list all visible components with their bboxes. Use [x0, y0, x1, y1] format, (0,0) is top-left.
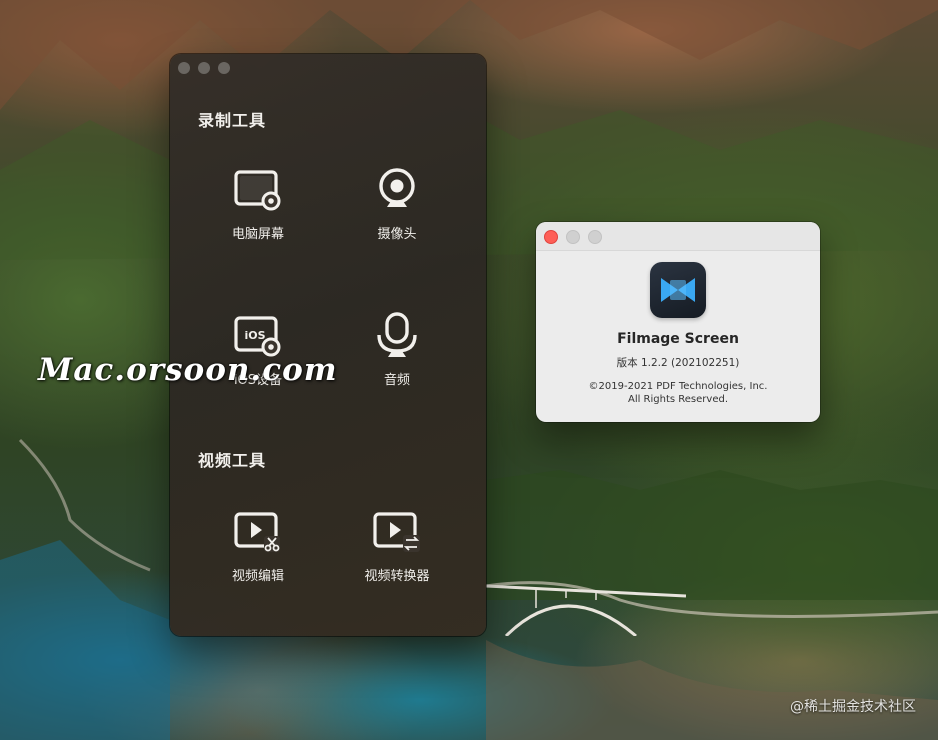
video-edit-icon — [232, 506, 284, 558]
about-titlebar — [536, 222, 820, 251]
filmage-app-icon — [650, 262, 706, 318]
close-button[interactable] — [544, 230, 558, 244]
bridge-arch — [486, 584, 686, 636]
microphone-icon — [371, 310, 423, 362]
app-version: 版本 1.2.2 (202102251) — [616, 357, 740, 369]
copyright-block: ©2019-2021 PDF Technologies, Inc. All Ri… — [589, 380, 768, 406]
video-tools-title: 视频工具 — [198, 451, 267, 470]
close-button[interactable] — [178, 62, 190, 74]
tool-webcam[interactable]: 摄像头 — [332, 164, 462, 242]
video-convert-icon — [371, 506, 423, 558]
zoom-button — [588, 230, 602, 244]
ios-icon-text: iOS — [244, 329, 265, 342]
screen-record-icon — [232, 164, 284, 216]
about-body: Filmage Screen 版本 1.2.2 (202102251) ©201… — [536, 251, 820, 406]
tool-audio[interactable]: 音频 — [332, 310, 462, 388]
tool-label: 视频编辑 — [231, 569, 284, 584]
window-controls — [178, 62, 230, 74]
copyright-line: ©2019-2021 PDF Technologies, Inc. — [588, 381, 768, 392]
tool-label: 摄像头 — [377, 227, 417, 242]
about-window: Filmage Screen 版本 1.2.2 (202102251) ©201… — [536, 222, 820, 422]
credit-text: @稀土掘金技术社区 — [790, 699, 916, 715]
watermark-text: Mac.orsoon.com — [38, 352, 338, 388]
tool-video-convert[interactable]: 视频转换器 — [332, 506, 462, 584]
tool-label: 视频转换器 — [364, 569, 430, 584]
webcam-icon — [371, 164, 423, 216]
tool-screen-record[interactable]: 电脑屏幕 — [193, 164, 323, 242]
tools-window: 录制工具 电脑屏幕 摄像头 iOS iOS设备 音频 视频工具 视频编辑 视频转… — [170, 54, 486, 636]
tool-label: 电脑屏幕 — [231, 227, 284, 242]
window-controls — [544, 230, 602, 244]
minimize-button — [566, 230, 580, 244]
record-tools-title: 录制工具 — [198, 111, 267, 130]
rights-line: All Rights Reserved. — [627, 394, 729, 405]
minimize-button[interactable] — [198, 62, 210, 74]
zoom-button[interactable] — [218, 62, 230, 74]
tool-video-edit[interactable]: 视频编辑 — [193, 506, 323, 584]
app-name: Filmage Screen — [617, 331, 739, 347]
tool-label: 音频 — [383, 373, 410, 388]
